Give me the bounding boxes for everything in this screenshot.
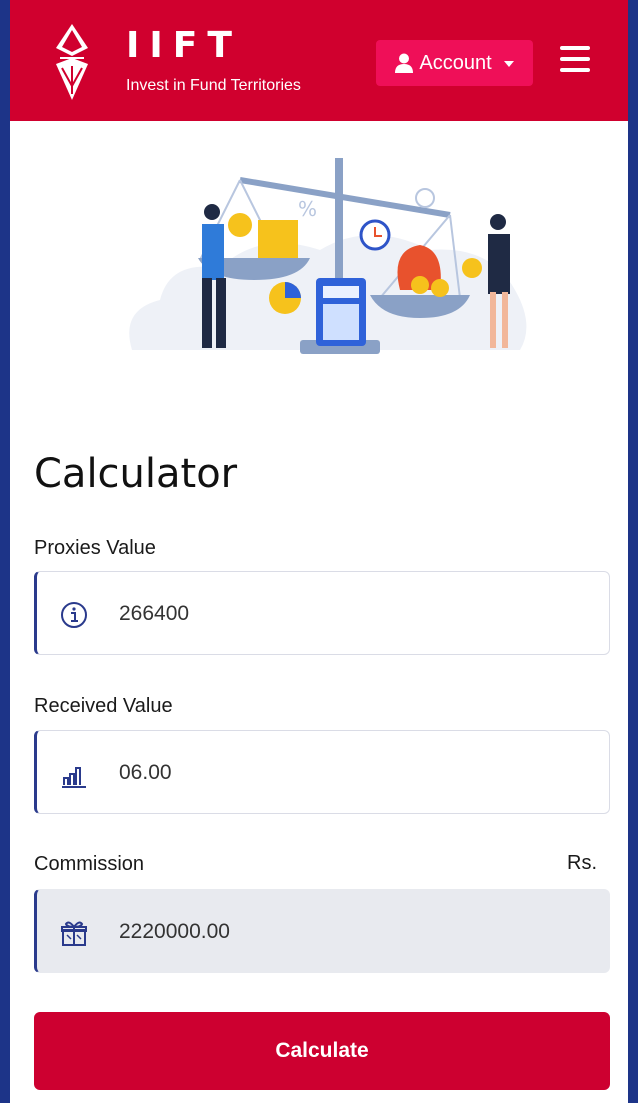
hamburger-menu-icon bbox=[560, 46, 590, 50]
proxies-value-label: Proxies Value bbox=[34, 537, 156, 559]
received-value-input[interactable]: 06.00 bbox=[119, 759, 172, 787]
received-value-field[interactable]: 06.00 bbox=[34, 730, 610, 814]
logo-icon[interactable] bbox=[52, 24, 92, 100]
page-title: Calculator bbox=[34, 451, 238, 497]
commission-field: 2220000.00 bbox=[34, 889, 610, 973]
proxies-value-field[interactable]: 266400 bbox=[34, 571, 610, 655]
account-label: Account bbox=[419, 51, 492, 74]
account-dropdown-button[interactable]: Account bbox=[376, 40, 533, 86]
caret-down-icon bbox=[503, 61, 514, 67]
finance-balance-illustration: % bbox=[129, 158, 527, 354]
calculate-button[interactable]: Calculate bbox=[34, 1012, 610, 1090]
commission-label: Commission bbox=[34, 853, 145, 875]
proxies-value-input[interactable]: 266400 bbox=[119, 600, 189, 628]
svg-text:%: % bbox=[298, 197, 317, 221]
info-icon bbox=[61, 602, 87, 628]
brand-tagline: Invest in Fund Territories bbox=[126, 77, 301, 94]
commission-value: 2220000.00 bbox=[119, 920, 230, 943]
currency-label: Rs. bbox=[567, 852, 597, 874]
hamburger-menu-button[interactable] bbox=[556, 46, 594, 78]
brand-name[interactable]: IIFT bbox=[126, 26, 242, 66]
user-icon bbox=[395, 53, 414, 73]
bar-chart-icon bbox=[62, 767, 86, 788]
navbar: IIFT Invest in Fund Territories Account bbox=[10, 0, 628, 121]
app-frame: IIFT Invest in Fund Territories Account bbox=[10, 0, 628, 1103]
received-value-label: Received Value bbox=[34, 695, 173, 717]
gift-icon bbox=[61, 921, 87, 946]
